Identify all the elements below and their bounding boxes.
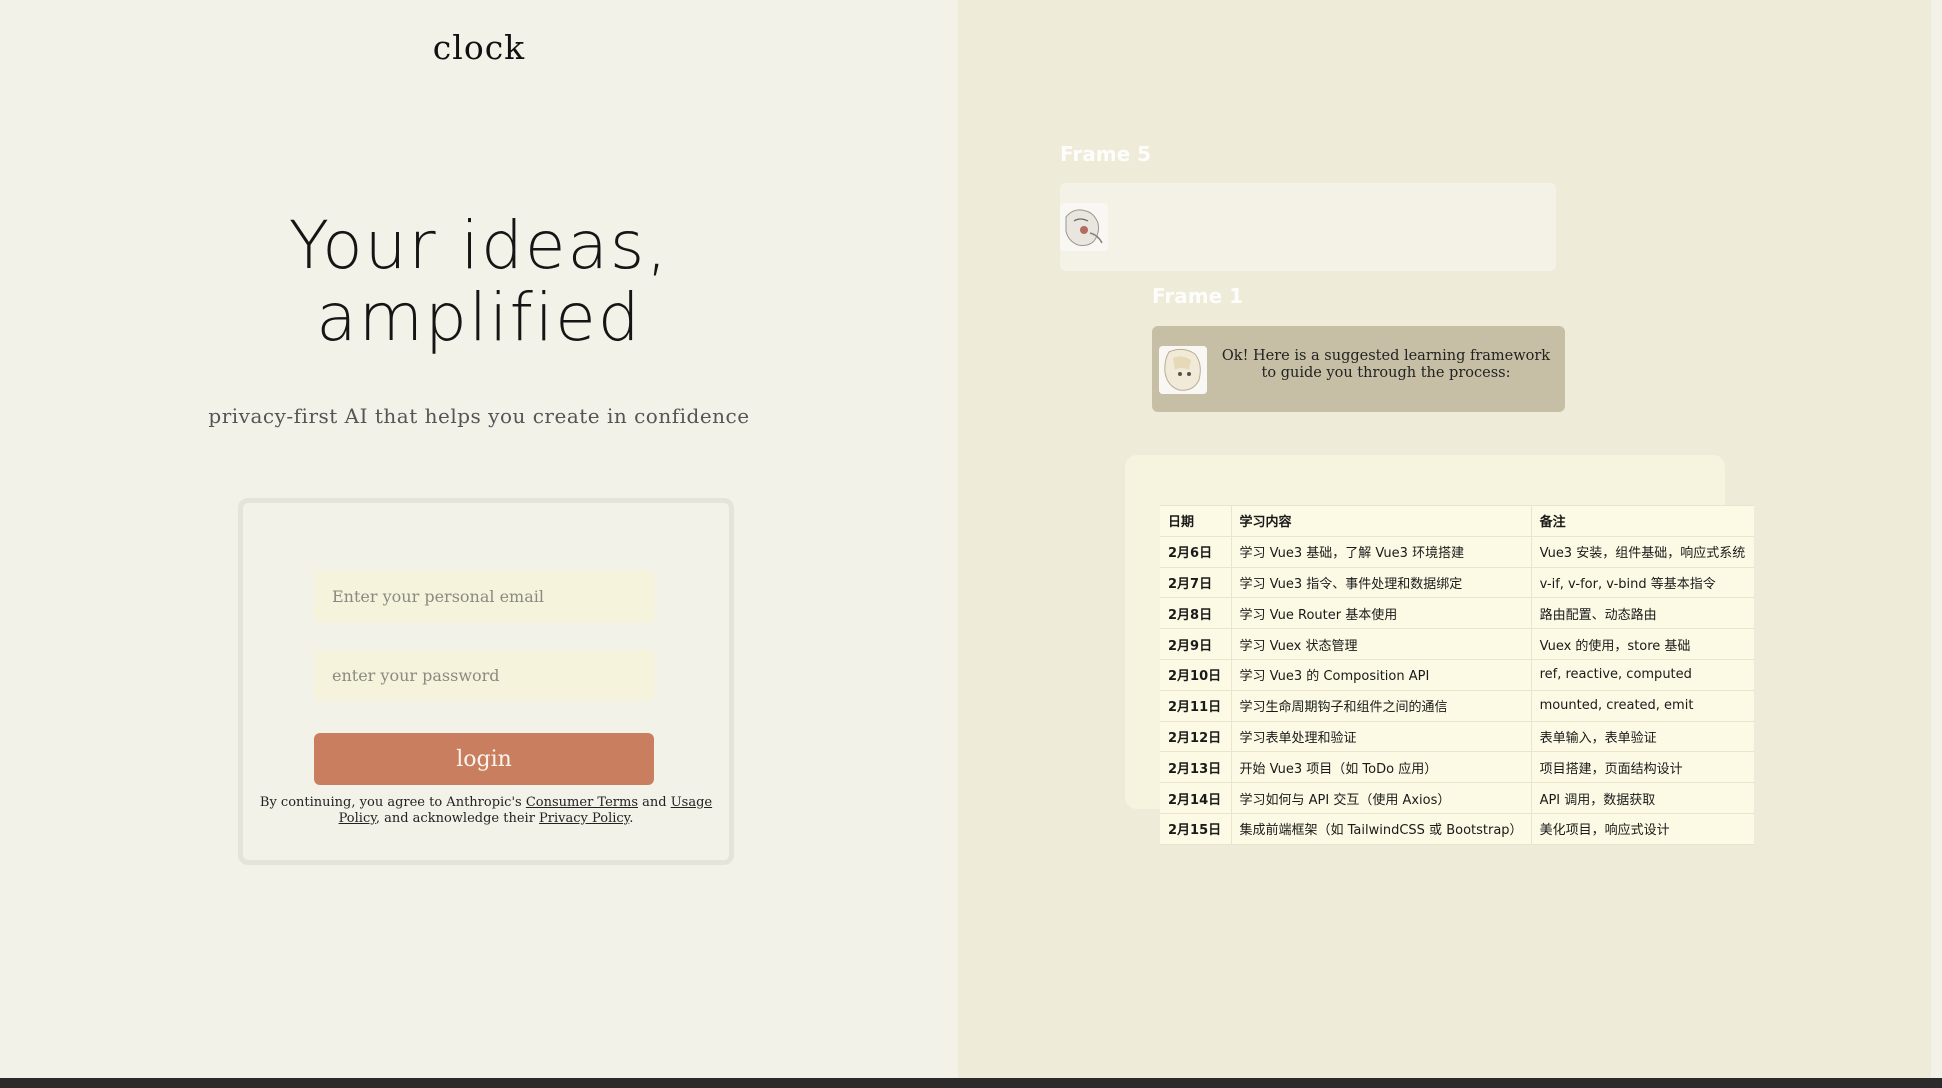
table-row: 2月11日 学习生命周期钩子和组件之间的通信 mounted, created, e… bbox=[1160, 690, 1754, 722]
cell-date: 2月6日 bbox=[1160, 536, 1232, 568]
table-row: 2月14日 学习如何与 API 交互（使用 Axios） API 调用，数据获取 bbox=[1160, 782, 1754, 814]
cell-date: 2月15日 bbox=[1160, 813, 1232, 845]
chat-message: Ok! Here is a suggested learning framewo… bbox=[1221, 348, 1551, 381]
cell-notes: v-if, v-for, v-bind 等基本指令 bbox=[1531, 567, 1754, 599]
cell-content: 学习生命周期钩子和组件之间的通信 bbox=[1231, 690, 1532, 722]
avatar-illustration-icon bbox=[1060, 203, 1108, 251]
cell-date: 2月7日 bbox=[1160, 567, 1232, 599]
cell-content: 开始 Vue3 项目（如 ToDo 应用） bbox=[1231, 751, 1532, 784]
table-row: 2月7日 学习 Vue3 指令、事件处理和数据绑定 v-if, v-for, v-b… bbox=[1160, 567, 1754, 599]
avatar-illustration-icon bbox=[1159, 346, 1207, 394]
cell-notes: mounted, created, emit bbox=[1531, 690, 1754, 722]
cell-date: 2月13日 bbox=[1160, 751, 1232, 784]
column-header-content: 学习内容 bbox=[1231, 505, 1532, 537]
table-row: 2月15日 集成前端框架（如 TailwindCSS 或 Bootstrap） 美化… bbox=[1160, 813, 1754, 845]
app-logo: clock bbox=[432, 28, 526, 67]
cell-date: 2月12日 bbox=[1160, 721, 1232, 753]
cell-date: 2月14日 bbox=[1160, 782, 1232, 814]
cell-notes: Vuex 的使用，store 基础 bbox=[1531, 628, 1754, 660]
column-header-notes: 备注 bbox=[1531, 505, 1754, 537]
cell-notes: 路由配置、动态路由 bbox=[1531, 597, 1754, 630]
table-row: 2月9日 学习 Vuex 状态管理 Vuex 的使用，store 基础 bbox=[1160, 628, 1754, 660]
password-field[interactable] bbox=[314, 650, 654, 701]
table-row: 2月6日 学习 Vue3 基础，了解 Vue3 环境搭建 Vue3 安装，组件基础，… bbox=[1160, 536, 1754, 568]
table-row: 2月12日 学习表单处理和验证 表单输入，表单验证 bbox=[1160, 721, 1754, 753]
legal-prefix: By continuing, you agree to Anthropic's bbox=[259, 795, 526, 810]
table-row: 2月8日 学习 Vue Router 基本使用 路由配置、动态路由 bbox=[1160, 597, 1754, 630]
legal-middle: , and acknowledge their bbox=[375, 811, 540, 826]
email-field[interactable] bbox=[314, 571, 654, 622]
cell-content: 学习 Vue3 的 Composition API bbox=[1231, 659, 1532, 691]
cell-notes: 表单输入，表单验证 bbox=[1531, 721, 1754, 753]
cell-content: 学习 Vue3 指令、事件处理和数据绑定 bbox=[1231, 567, 1532, 599]
hero-subtitle: privacy-first AI that helps you create i… bbox=[208, 404, 750, 428]
legal-and: and bbox=[637, 795, 671, 810]
cell-date: 2月11日 bbox=[1160, 690, 1232, 722]
cell-notes: 项目搭建，页面结构设计 bbox=[1531, 751, 1754, 784]
column-header-date: 日期 bbox=[1160, 505, 1232, 537]
cell-date: 2月10日 bbox=[1160, 659, 1232, 691]
avatar bbox=[1159, 346, 1207, 394]
cell-notes: API 调用，数据获取 bbox=[1531, 782, 1754, 814]
table-header-row: 日期 学习内容 备注 bbox=[1160, 505, 1754, 537]
login-button[interactable]: login bbox=[314, 733, 654, 785]
cell-content: 学习表单处理和验证 bbox=[1231, 721, 1532, 753]
headline-line-1: Your ideas, bbox=[288, 207, 670, 284]
cell-notes: Vue3 安装，组件基础，响应式系统 bbox=[1531, 536, 1754, 568]
legal-suffix: . bbox=[629, 811, 634, 826]
cell-content: 学习如何与 API 交互（使用 Axios） bbox=[1231, 782, 1532, 814]
frame-5[interactable] bbox=[1060, 183, 1556, 271]
cell-notes: 美化项目，响应式设计 bbox=[1531, 813, 1754, 845]
cell-content: 学习 Vue3 基础，了解 Vue3 环境搭建 bbox=[1231, 536, 1532, 568]
privacy-policy-link[interactable]: Privacy Policy bbox=[539, 811, 629, 826]
hero-headline: Your ideas, amplified bbox=[0, 210, 958, 354]
frame-1-label[interactable]: Frame 1 bbox=[1152, 284, 1243, 308]
cell-notes: ref, reactive, computed bbox=[1531, 659, 1754, 691]
bottom-bar bbox=[0, 1078, 1942, 1088]
cell-date: 2月8日 bbox=[1160, 597, 1232, 630]
cell-content: 学习 Vuex 状态管理 bbox=[1231, 628, 1532, 660]
consumer-terms-link[interactable]: Consumer Terms bbox=[526, 795, 638, 810]
legal-notice: By continuing, you agree to Anthropic's … bbox=[238, 795, 734, 827]
schedule-table: 日期 学习内容 备注 2月6日 学习 Vue3 基础，了解 Vue3 环境搭建 Vu… bbox=[1160, 505, 1754, 845]
avatar bbox=[1060, 203, 1108, 251]
cell-date: 2月9日 bbox=[1160, 628, 1232, 660]
cell-content: 集成前端框架（如 TailwindCSS 或 Bootstrap） bbox=[1231, 813, 1532, 845]
headline-line-2: amplified bbox=[316, 279, 642, 356]
table-row: 2月10日 学习 Vue3 的 Composition API ref, react… bbox=[1160, 659, 1754, 691]
frame-5-label[interactable]: Frame 5 bbox=[1060, 142, 1151, 166]
table-row: 2月13日 开始 Vue3 项目（如 ToDo 应用） 项目搭建，页面结构设计 bbox=[1160, 751, 1754, 784]
cell-content: 学习 Vue Router 基本使用 bbox=[1231, 597, 1532, 630]
edge-strip bbox=[1931, 0, 1942, 1078]
